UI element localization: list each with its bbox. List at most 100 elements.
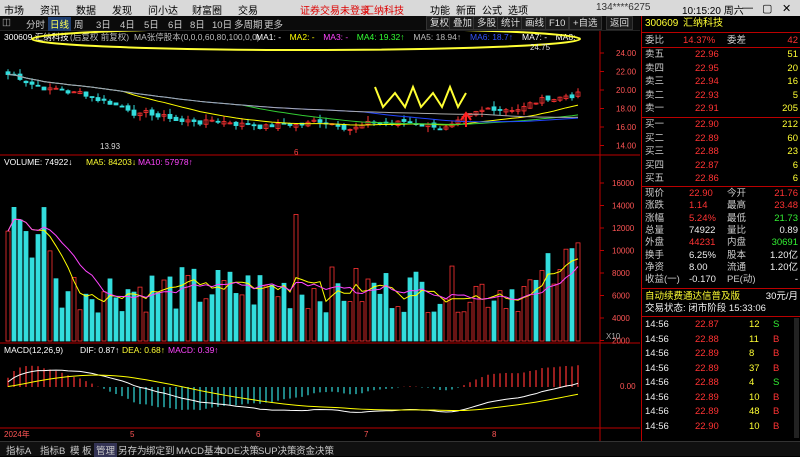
menu-discover[interactable]: 发现 <box>112 2 132 17</box>
stat-row[interactable]: 外盘 44231 内盘 30691 <box>645 237 798 248</box>
ad-price[interactable]: 30元/月 <box>766 291 798 302</box>
volume-bar <box>287 308 293 342</box>
stat-row[interactable]: 涨幅 5.24% 最低 21.73 <box>645 213 798 224</box>
statistics-button[interactable]: 统计 <box>497 16 525 30</box>
toggle-icon[interactable]: ◫ <box>2 17 11 28</box>
tick-direction: B <box>773 406 780 417</box>
menu-formula[interactable]: 公式 <box>482 2 502 17</box>
overlay-button[interactable]: 叠加 <box>449 16 477 30</box>
tick-row[interactable]: 14:56 22.89 10 B <box>645 392 798 403</box>
stat-row[interactable]: 涨跌 1.14 最高 23.48 <box>645 200 798 211</box>
volume-bar <box>341 300 347 342</box>
tick-row[interactable]: 14:56 22.89 8 B <box>645 348 798 359</box>
stat-label: 最高 <box>727 200 747 212</box>
chart-svg[interactable]: 300609 汇纳科技 (后复权 前复权) MA张停股本(0,0,0,60,80… <box>0 27 640 441</box>
menu-trade[interactable]: 交易 <box>238 2 258 17</box>
menu-news[interactable]: 资讯 <box>40 2 60 17</box>
tab-daily[interactable]: 日线 <box>48 17 72 31</box>
bid-row[interactable]: 买四 22.87 6 <box>645 160 798 171</box>
stat-row[interactable]: 净资 8.00 流通 1.20亿 <box>645 262 798 273</box>
menu-ask[interactable]: 问小达 <box>148 2 178 17</box>
candle-body <box>29 81 35 85</box>
stat-value: 74922 <box>689 224 716 236</box>
ask-label: 卖五 <box>645 49 665 60</box>
bid-row[interactable]: 买二 22.89 60 <box>645 133 798 144</box>
candle-body <box>149 109 155 116</box>
volume-bar <box>515 311 521 342</box>
volume-bar <box>431 311 437 342</box>
volume-bar <box>167 276 173 342</box>
account-label[interactable]: 134****6275 <box>596 2 651 13</box>
menu-wealth[interactable]: 财富圈 <box>192 2 222 17</box>
draw-line-button[interactable]: 画线 <box>521 16 549 30</box>
macd-value: MACD: 0.39↑ <box>168 345 219 355</box>
candle-body <box>317 119 323 123</box>
stat-label: 涨幅 <box>645 212 665 224</box>
volume-bar <box>467 301 473 342</box>
tab-more[interactable]: 更多 <box>264 17 283 31</box>
ask-row[interactable]: 卖五 22.96 51 <box>645 49 798 60</box>
tab-3day[interactable]: 3日 <box>96 17 111 31</box>
f10-button[interactable]: F10 <box>545 16 570 30</box>
kline-chart-area[interactable]: 300609 汇纳科技 (后复权 前复权) MA张停股本(0,0,0,60,80… <box>0 27 640 441</box>
ask-row[interactable]: 卖四 22.95 20 <box>645 63 798 74</box>
tick-scrollbar[interactable] <box>794 318 799 438</box>
menu-market[interactable]: 市场 <box>4 2 24 17</box>
tick-row[interactable]: 14:56 22.88 4 S <box>645 377 798 388</box>
bid-price: 22.89 <box>695 132 719 144</box>
bid-row[interactable]: 买一 22.90 212 <box>645 119 798 130</box>
tab-4day[interactable]: 4日 <box>120 17 135 31</box>
stat-label: 最低 <box>727 212 747 224</box>
volume-bar <box>89 299 95 342</box>
tick-row[interactable]: 14:56 22.90 10 B <box>645 421 798 432</box>
login-notice[interactable]: 证券交易未登录 <box>300 2 370 17</box>
volume-bar <box>311 288 317 342</box>
maximize-icon[interactable]: ▢ <box>762 2 772 15</box>
volume-bar <box>407 277 413 342</box>
ask-row[interactable]: 卖一 22.91 205 <box>645 103 798 114</box>
volume-bar <box>5 230 11 342</box>
period-toolbar: ◫ 分时 日线 周 3日 4日 5日 6日 8日 10日 多周期 更多 复权 叠… <box>0 16 640 31</box>
back-button[interactable]: 返回 <box>606 16 634 30</box>
tab-6day[interactable]: 6日 <box>168 17 183 31</box>
candle-body <box>497 109 503 111</box>
close-icon[interactable]: ✕ <box>782 2 791 15</box>
stat-row[interactable]: 现价 22.90 今开 21.76 <box>645 188 798 199</box>
tab-5day[interactable]: 5日 <box>144 17 159 31</box>
tab-intraday[interactable]: 分时 <box>26 17 45 31</box>
volume-bar <box>101 291 107 342</box>
minimize-icon[interactable]: — <box>742 2 753 14</box>
stat-label: 股本 <box>727 249 747 261</box>
volume-bar <box>383 273 389 342</box>
menu-options[interactable]: 选项 <box>508 2 528 17</box>
bid-row[interactable]: 买五 22.86 6 <box>645 173 798 184</box>
tick-row[interactable]: 14:56 22.88 11 B <box>645 334 798 345</box>
volume-tick-label: 8000 <box>612 269 630 278</box>
ad-text[interactable]: 自动续费通达信普及版 <box>645 291 740 302</box>
tick-row[interactable]: 14:56 22.89 37 B <box>645 363 798 374</box>
tab-8day[interactable]: 8日 <box>190 17 205 31</box>
bid-price: 22.87 <box>695 159 719 171</box>
ad-row[interactable]: 自动续费通达信普及版 30元/月 <box>645 291 798 302</box>
add-watchlist-button[interactable]: +自选 <box>569 16 602 30</box>
menu-new-page[interactable]: 新面 <box>456 2 476 17</box>
stat-value: 21.73 <box>774 212 798 224</box>
menu-function[interactable]: 功能 <box>430 2 450 17</box>
tab-weekly[interactable]: 周 <box>74 17 84 31</box>
tab-10day[interactable]: 10日 <box>212 17 232 31</box>
tick-row[interactable]: 14:56 22.89 48 B <box>645 406 798 417</box>
stat-row[interactable]: 换手 6.25% 股本 1.20亿 <box>645 250 798 261</box>
menu-data[interactable]: 数据 <box>76 2 96 17</box>
ask-row[interactable]: 卖三 22.94 16 <box>645 76 798 87</box>
tick-direction: B <box>773 420 780 432</box>
bid-row[interactable]: 买三 22.88 23 <box>645 146 798 157</box>
ask-row[interactable]: 卖二 22.93 5 <box>645 90 798 101</box>
volume-bar <box>359 301 365 342</box>
tick-row[interactable]: 14:56 22.87 12 S <box>645 319 798 330</box>
multi-stock-button[interactable]: 多股 <box>473 16 501 30</box>
tab-multi-period[interactable]: 多周期 <box>234 17 263 31</box>
tick-volume: 12 <box>749 319 760 330</box>
volume-bar <box>437 303 443 342</box>
stat-row[interactable]: 收益(一) -0.170 PE(动) - <box>645 274 798 285</box>
stat-row[interactable]: 总量 74922 量比 0.89 <box>645 225 798 236</box>
